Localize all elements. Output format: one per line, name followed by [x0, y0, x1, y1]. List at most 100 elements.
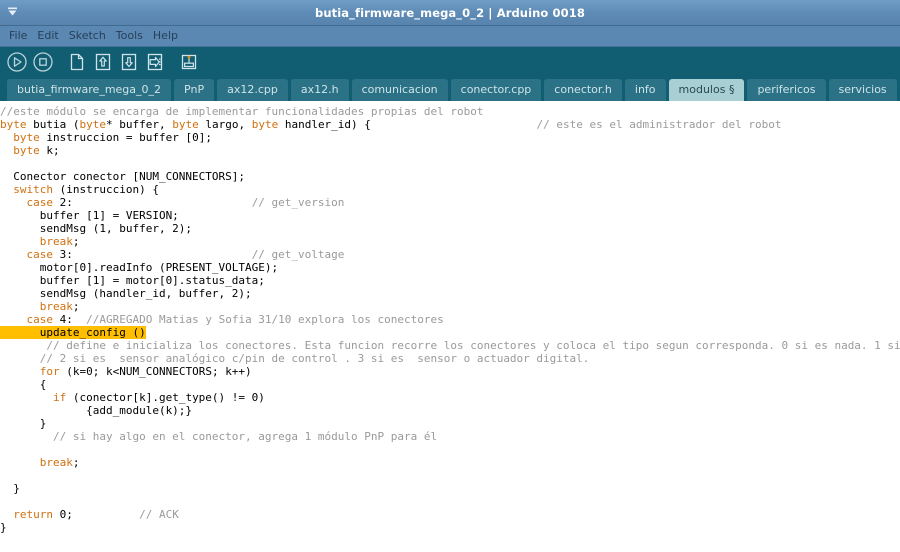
code-text: instruccion = buffer [0]; [40, 131, 212, 144]
menu-item-sketch[interactable]: Sketch [64, 26, 111, 46]
menu-item-tools[interactable]: Tools [111, 26, 148, 46]
code-text: buffer [1] = VERSION; [0, 209, 179, 222]
code-text: * buffer, [106, 118, 172, 131]
code-text: buffer [1] = motor[0].status_data; [0, 274, 265, 287]
window-menu-icon[interactable] [4, 3, 20, 19]
code-comment: // define e inicializa los conectores. E… [0, 339, 900, 352]
code-line: return 0; // ACK [0, 508, 900, 521]
code-text [0, 300, 40, 313]
verify-button[interactable] [5, 50, 29, 74]
new-file-icon [66, 51, 88, 73]
code-text: (instruccion) { [53, 183, 159, 196]
tab-conector-h[interactable]: conector.h [544, 79, 622, 101]
code-comment: //este módulo se encarga de implementar … [0, 105, 483, 118]
code-line: // si hay algo en el conector, agrega 1 … [0, 430, 900, 443]
serial-monitor-icon [178, 51, 200, 73]
code-text: ; [73, 456, 80, 469]
code-keyword: break [40, 456, 73, 469]
code-line: for (k=0; k<NUM_CONNECTORS; k++) [0, 365, 900, 378]
selected-code-highlight: update_config () [0, 326, 146, 339]
tab-modulos[interactable]: modulos § [669, 79, 745, 101]
code-text [0, 508, 13, 521]
code-text: 0; [53, 508, 73, 521]
code-line: // define e inicializa los conectores. E… [0, 339, 900, 352]
open-up-arrow-icon [92, 51, 114, 73]
menu-bar: File Edit Sketch Tools Help [0, 26, 900, 47]
tab-ax12-h[interactable]: ax12.h [291, 79, 349, 101]
code-text: motor[0].readInfo (PRESENT_VOLTAGE); [0, 261, 278, 274]
code-line: if (conector[k].get_type() != 0) [0, 391, 900, 404]
stop-button[interactable] [31, 50, 55, 74]
code-keyword: byte [13, 131, 40, 144]
code-comment: // 2 si es sensor analógico c/pin de con… [0, 352, 589, 365]
code-line: } [0, 417, 900, 430]
code-text [0, 144, 13, 157]
code-text: ; [73, 235, 80, 248]
tab-ax12-cpp[interactable]: ax12.cpp [217, 79, 288, 101]
code-line: case 4: //AGREGADO Matias y Sofia 31/10 … [0, 313, 900, 326]
code-line: byte k; [0, 144, 900, 157]
tab-conector-cpp[interactable]: conector.cpp [451, 79, 542, 101]
code-comment: //AGREGADO Matias y Sofia 31/10 explora … [86, 313, 444, 326]
code-line [0, 469, 900, 482]
tab-pnp[interactable]: PnP [174, 79, 214, 101]
tab-perifericos[interactable]: perifericos [747, 79, 825, 101]
code-keyword: byte [172, 118, 199, 131]
code-text: ; [73, 300, 80, 313]
serial-monitor-button[interactable] [177, 50, 201, 74]
code-text: { [0, 378, 46, 391]
tab-info[interactable]: info [625, 79, 666, 101]
code-keyword: break [40, 235, 73, 248]
code-keyword: case [27, 313, 54, 326]
menu-item-edit[interactable]: Edit [32, 26, 63, 46]
title-bar: butia_firmware_mega_0_2 | Arduino 0018 [0, 0, 900, 26]
code-editor[interactable]: //este módulo se encarga de implementar … [0, 103, 900, 552]
code-line: //este módulo se encarga de implementar … [0, 105, 900, 118]
menu-item-file[interactable]: File [4, 26, 32, 46]
code-text [0, 456, 40, 469]
code-line: sendMsg (handler_id, buffer, 2); [0, 287, 900, 300]
save-button[interactable] [117, 50, 141, 74]
tab-comunicacion[interactable]: comunicacion [352, 79, 448, 101]
code-text: update_config () [0, 326, 146, 339]
code-line: break; [0, 300, 900, 313]
tab-servicios[interactable]: servicios [829, 79, 897, 101]
code-line: byte instruccion = buffer [0]; [0, 131, 900, 144]
code-line: Conector conector [NUM_CONNECTORS]; [0, 170, 900, 183]
code-text: {add_module(k);} [0, 404, 192, 417]
code-spacer [73, 196, 252, 209]
upload-right-arrow-icon [144, 51, 166, 73]
code-text: sendMsg (handler_id, buffer, 2); [0, 287, 252, 300]
code-text: (k=0; k<NUM_CONNECTORS; k++) [60, 365, 252, 378]
code-line: } [0, 482, 900, 495]
code-text: } [0, 417, 46, 430]
code-line [0, 443, 900, 456]
code-comment: // get_version [252, 196, 345, 209]
menu-item-help[interactable]: Help [148, 26, 183, 46]
code-comment: // si hay algo en el conector, agrega 1 … [0, 430, 437, 443]
code-line: {add_module(k);} [0, 404, 900, 417]
code-text: 3: [53, 248, 73, 261]
upload-button[interactable] [143, 50, 167, 74]
code-keyword: byte [79, 118, 106, 131]
code-line: case 2: // get_version [0, 196, 900, 209]
new-button[interactable] [65, 50, 89, 74]
code-keyword: if [53, 391, 66, 404]
tab-butia-firmware-mega-0-2[interactable]: butia_firmware_mega_0_2 [7, 79, 171, 101]
code-text: } [0, 521, 7, 534]
arduino-ide-window: butia_firmware_mega_0_2 | Arduino 0018 F… [0, 0, 900, 552]
code-keyword: case [27, 248, 54, 261]
code-text: } [0, 482, 20, 495]
code-spacer [371, 118, 537, 131]
code-line [0, 157, 900, 170]
code-text: (conector[k].get_type() != 0) [66, 391, 265, 404]
code-text [0, 313, 27, 326]
code-line: buffer [1] = VERSION; [0, 209, 900, 222]
play-circle-icon [6, 51, 28, 73]
code-comment: // get_voltage [252, 248, 345, 261]
code-text: handler_id) { [278, 118, 371, 131]
open-button[interactable] [91, 50, 115, 74]
save-down-arrow-icon [118, 51, 140, 73]
code-keyword: break [40, 300, 73, 313]
code-text: largo, [199, 118, 252, 131]
